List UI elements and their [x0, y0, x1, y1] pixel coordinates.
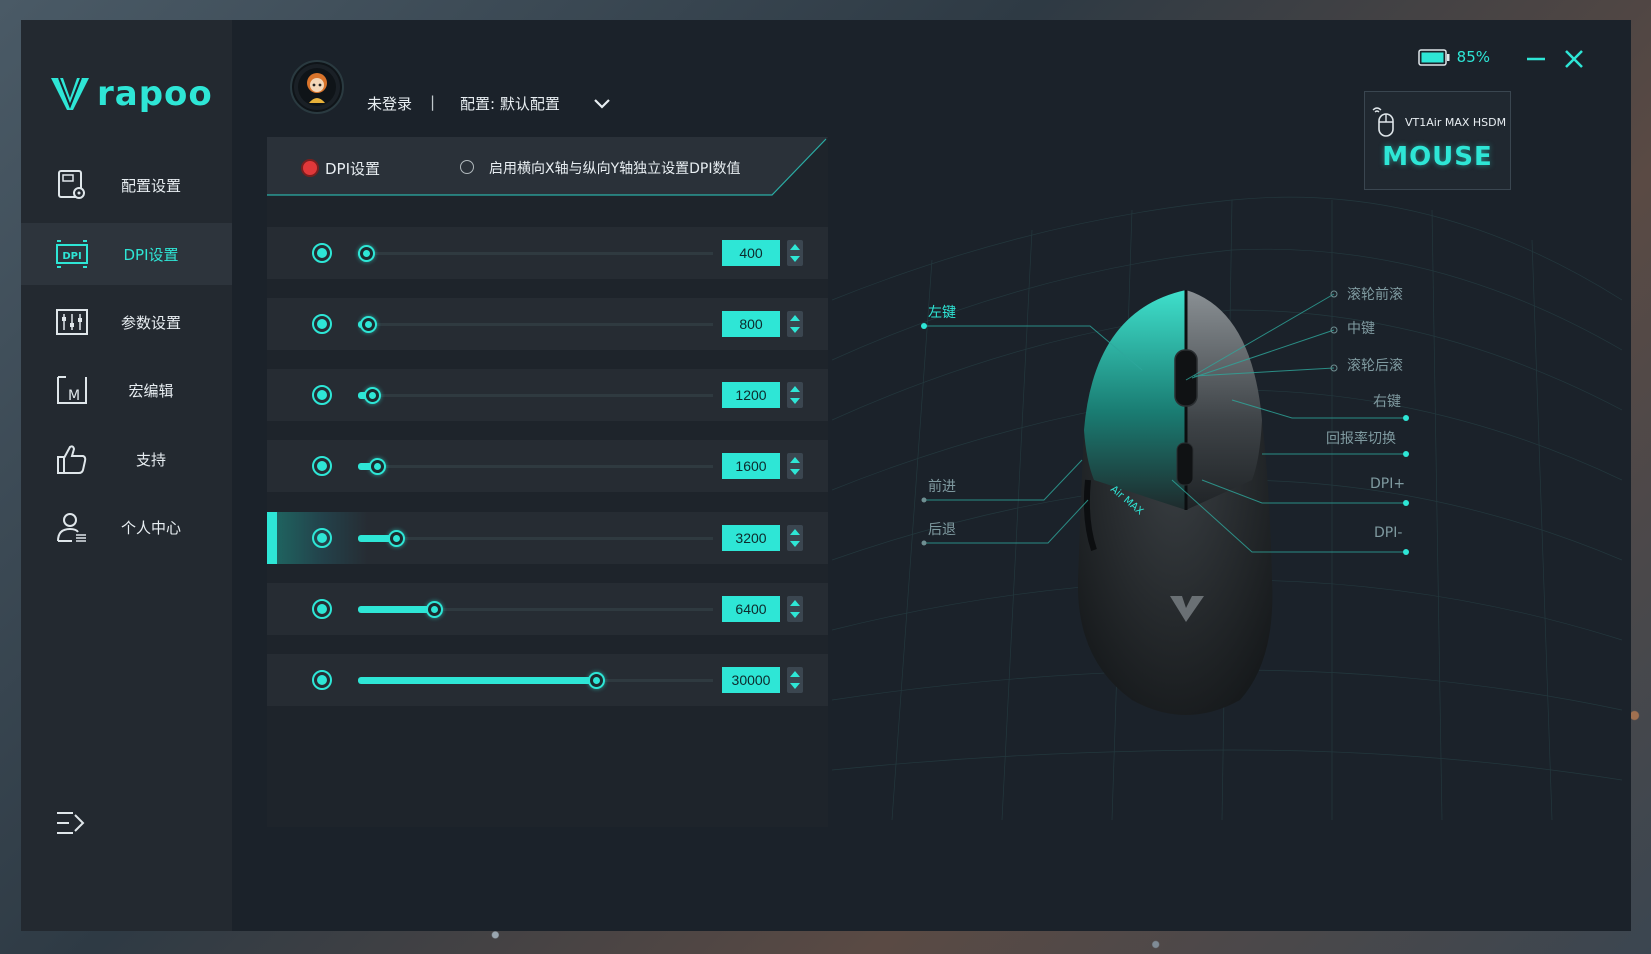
profile-settings-icon [55, 168, 89, 202]
rapoo-v-icon [51, 77, 89, 110]
sidebar-item-macro-editor[interactable]: M 宏编辑 [21, 359, 232, 421]
dpi-slider-thumb[interactable] [426, 601, 443, 618]
sliders-icon [55, 305, 89, 339]
dpi-level-radio[interactable] [312, 385, 332, 405]
brand-logo: rapoo [49, 72, 213, 116]
dpi-level-row[interactable] [267, 227, 828, 279]
dpi-value-input[interactable] [722, 311, 780, 337]
dpi-slider[interactable] [358, 530, 713, 547]
dpi-slider-thumb[interactable] [588, 672, 605, 689]
dpi-value-input[interactable] [722, 453, 780, 479]
dpi-level-radio[interactable] [312, 243, 332, 263]
dpi-value-input[interactable] [722, 525, 780, 551]
svg-text:M: M [68, 388, 80, 404]
battery-percentage: 85% [1456, 48, 1490, 66]
dpi-level-radio[interactable] [312, 670, 332, 690]
device-name: VT1Air MAX HSDM [1405, 116, 1507, 129]
macro-icon: M [55, 373, 89, 407]
svg-text:DPI: DPI [62, 251, 81, 262]
app-window: rapoo 配置设置 DPI DPI设置 参数设置 M 宏编辑 支持 个人中心 … [21, 20, 1631, 931]
sidebar-item-dpi-settings[interactable]: DPI DPI设置 [21, 223, 232, 285]
sidebar: rapoo 配置设置 DPI DPI设置 参数设置 M 宏编辑 支持 个人中心 [21, 20, 232, 931]
chevron-down-icon[interactable] [592, 94, 612, 114]
label-scroll-up[interactable]: 滚轮前滚 [1347, 284, 1403, 304]
sidebar-item-label: 个人中心 [120, 518, 181, 537]
dpi-status-indicator [301, 159, 319, 177]
wireless-mouse-icon [1372, 107, 1394, 137]
dpi-slider[interactable] [358, 387, 713, 404]
dpi-stepper-icon[interactable] [787, 240, 803, 266]
dpi-icon: DPI [55, 237, 89, 271]
user-center-icon [55, 510, 89, 544]
sidebar-collapse-icon[interactable] [55, 810, 87, 838]
dpi-level-row[interactable] [267, 512, 828, 564]
dpi-stepper-icon[interactable] [787, 311, 803, 337]
dpi-slider-fill [358, 677, 596, 684]
brand-name: rapoo [97, 74, 213, 114]
dpi-slider[interactable] [358, 458, 713, 475]
label-dpi-down[interactable]: DPI- [1374, 525, 1402, 541]
dpi-slider-thumb[interactable] [360, 316, 377, 333]
mouse-illustration-area: Air MAX 左键 前进 后退 滚轮前滚 中键 滚轮后滚 右键 回报率切换 D… [832, 160, 1622, 820]
dpi-stepper-icon[interactable] [787, 525, 803, 551]
dpi-slider[interactable] [358, 316, 713, 333]
sidebar-item-parameter-settings[interactable]: 参数设置 [21, 291, 232, 353]
dpi-slider[interactable] [358, 245, 713, 262]
header-divider: | [430, 93, 436, 111]
dpi-value-input[interactable] [722, 596, 780, 622]
dpi-stepper-icon[interactable] [787, 667, 803, 693]
dpi-value-input[interactable] [722, 240, 780, 266]
dpi-value-input[interactable] [722, 667, 780, 693]
dpi-stepper-icon[interactable] [787, 453, 803, 479]
dpi-value-input[interactable] [722, 382, 780, 408]
dpi-level-row[interactable] [267, 654, 828, 706]
dpi-slider-fill [358, 606, 434, 613]
dpi-level-radio[interactable] [312, 314, 332, 334]
sidebar-item-label: 宏编辑 [128, 381, 174, 400]
dpi-slider-thumb[interactable] [364, 387, 381, 404]
sidebar-item-support[interactable]: 支持 [21, 428, 232, 490]
login-status[interactable]: 未登录 [367, 93, 412, 114]
label-forward-button[interactable]: 前进 [928, 476, 956, 496]
label-report-rate[interactable]: 回报率切换 [1326, 428, 1396, 448]
profile-selector-label[interactable]: 配置: 默认配置 [460, 93, 560, 114]
dpi-level-row[interactable] [267, 369, 828, 421]
battery-icon [1418, 49, 1450, 66]
minimize-icon[interactable] [1525, 48, 1547, 70]
sidebar-item-label: 配置设置 [120, 176, 181, 195]
sidebar-item-profile-settings[interactable]: 配置设置 [21, 154, 232, 216]
avatar[interactable] [290, 60, 344, 114]
thumbs-up-icon [55, 442, 89, 476]
label-left-button[interactable]: 左键 [928, 302, 956, 322]
dpi-level-row[interactable] [267, 298, 828, 350]
label-right-button[interactable]: 右键 [1373, 391, 1401, 411]
dpi-level-row[interactable] [267, 583, 828, 635]
dpi-level-row[interactable] [267, 440, 828, 492]
dpi-stepper-icon[interactable] [787, 382, 803, 408]
dpi-settings-panel: DPI设置 启用横向X轴与纵向Y轴独立设置DPI数值 [267, 137, 828, 827]
sidebar-item-label: DPI设置 [123, 245, 179, 264]
dpi-slider-thumb[interactable] [369, 458, 386, 475]
close-icon[interactable] [1563, 48, 1585, 70]
label-back-button[interactable]: 后退 [928, 519, 956, 539]
label-scroll-down[interactable]: 滚轮后滚 [1347, 355, 1403, 375]
label-dpi-up[interactable]: DPI+ [1370, 476, 1405, 492]
dpi-slider[interactable] [358, 601, 713, 618]
dpi-slider-thumb[interactable] [358, 245, 375, 262]
sidebar-item-user-center[interactable]: 个人中心 [21, 496, 232, 558]
dpi-slider[interactable] [358, 672, 713, 689]
sidebar-item-label: 参数设置 [120, 313, 181, 332]
sidebar-item-label: 支持 [135, 450, 166, 469]
xy-independent-label[interactable]: 启用横向X轴与纵向Y轴独立设置DPI数值 [489, 158, 741, 178]
dpi-slider-thumb[interactable] [388, 530, 405, 547]
xy-independent-radio[interactable] [460, 160, 474, 174]
dpi-level-radio[interactable] [312, 456, 332, 476]
dpi-panel-title: DPI设置 [325, 160, 381, 178]
dpi-level-radio[interactable] [312, 599, 332, 619]
label-middle-button[interactable]: 中键 [1347, 318, 1375, 338]
dpi-level-radio[interactable] [312, 528, 332, 548]
dpi-stepper-icon[interactable] [787, 596, 803, 622]
user-avatar-icon [298, 68, 336, 106]
